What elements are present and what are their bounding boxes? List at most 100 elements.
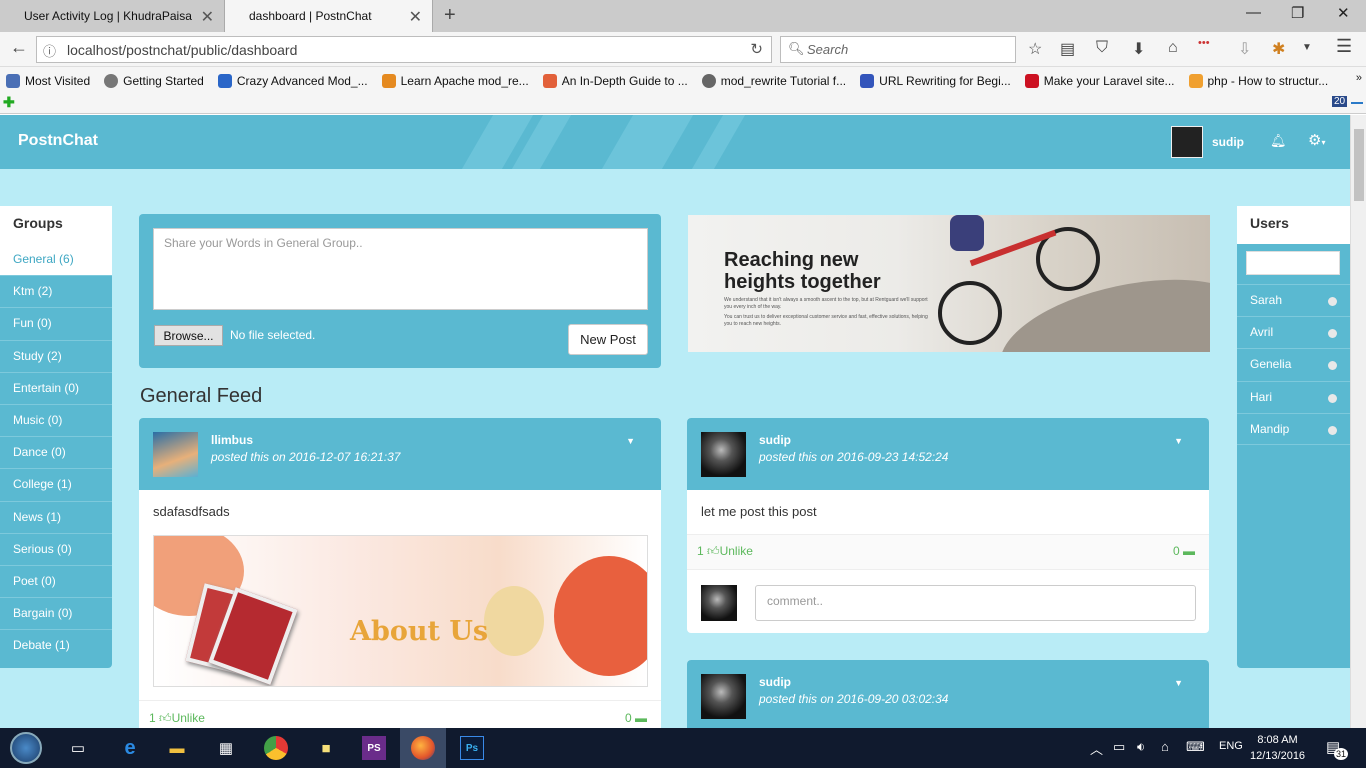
chevron-down-icon[interactable]: ▼ — [1302, 42, 1312, 53]
group-item-study[interactable]: Study (2) — [0, 341, 112, 373]
group-item-dance[interactable]: Dance (0) — [0, 437, 112, 470]
comments-count[interactable]: 0 ▬ — [1173, 544, 1195, 558]
battery-icon[interactable]: ▭ — [1113, 739, 1125, 755]
menu-icon[interactable]: ☰ — [1336, 36, 1352, 57]
start-icon[interactable] — [10, 732, 42, 764]
close-tab-icon[interactable]: ✕ — [201, 7, 214, 27]
brand-logo[interactable]: PostnChat — [18, 132, 98, 150]
group-item-music[interactable]: Music (0) — [0, 405, 112, 438]
scrollbar-thumb[interactable] — [1354, 129, 1364, 201]
group-item-bargain[interactable]: Bargain (0) — [0, 598, 112, 631]
group-item-ktm[interactable]: Ktm (2) — [0, 276, 112, 309]
close-tab-icon[interactable]: ✕ — [409, 7, 422, 27]
pocket-icon[interactable]: ⛉ — [1096, 39, 1108, 57]
tray-up-icon[interactable]: ︿ — [1090, 739, 1103, 758]
post-author[interactable]: llimbus — [211, 433, 253, 447]
firefox-icon[interactable] — [400, 728, 446, 768]
addon-badge[interactable]: 20 — [1332, 96, 1348, 107]
status-dot-icon — [1328, 329, 1337, 339]
close-window-icon[interactable]: ✕ — [1337, 4, 1350, 22]
bookmark-item[interactable]: Learn Apache mod_re... — [381, 73, 529, 88]
user-search-input[interactable] — [1246, 251, 1340, 275]
bookmark-item[interactable]: Getting Started — [104, 73, 204, 88]
group-item-entertain[interactable]: Entertain (0) — [0, 373, 112, 405]
url-bar[interactable]: ⓘ localhost/postnchat/public/dashboard ↻ — [36, 36, 772, 63]
photoshop-icon[interactable]: Ps — [460, 736, 484, 760]
post-author[interactable]: sudip — [759, 675, 791, 689]
comments-count[interactable]: 0 ▬ — [625, 711, 647, 725]
group-item-general[interactable]: General (6) — [0, 244, 112, 277]
file-explorer-icon[interactable]: ▬ — [165, 736, 189, 760]
bookmark-item[interactable]: URL Rewriting for Begi... — [860, 73, 1011, 88]
minimize-icon[interactable]: — — [1246, 4, 1261, 21]
avatar[interactable] — [153, 432, 198, 477]
edge-icon[interactable]: e — [118, 736, 142, 760]
download-icon[interactable]: ⬇ — [1132, 39, 1145, 59]
bookmark-star-icon[interactable]: ☆ — [1028, 39, 1042, 59]
addon-icon[interactable]: ••• — [1198, 37, 1210, 49]
avatar[interactable] — [701, 432, 746, 477]
group-item-news[interactable]: News (1) — [0, 502, 112, 534]
reading-list-icon[interactable]: ▤ — [1060, 39, 1075, 59]
back-icon[interactable]: ← — [10, 37, 28, 58]
bookmark-item[interactable]: php - How to structur... — [1188, 73, 1328, 88]
group-item-serious[interactable]: Serious (0) — [0, 534, 112, 566]
group-item-debate[interactable]: Debate (1) — [0, 630, 112, 662]
volume-icon[interactable]: 🔉︎ — [1137, 739, 1145, 755]
new-tab-icon[interactable]: + — [444, 4, 456, 27]
user-name: Avril — [1250, 325, 1274, 340]
group-item-college[interactable]: College (1) — [0, 469, 112, 502]
post-menu-caret-icon[interactable]: ▼ — [626, 436, 635, 446]
extension-icon[interactable]: ✱ — [1272, 39, 1285, 59]
bookmark-item[interactable]: Most Visited — [6, 73, 90, 88]
download-arrow-icon[interactable]: ⇩ — [1238, 39, 1251, 59]
keyboard-icon[interactable]: ⌨ — [1186, 739, 1205, 755]
new-post-button[interactable]: New Post — [568, 324, 648, 355]
add-icon[interactable]: ✚ — [3, 94, 15, 111]
browse-button[interactable]: Browse... — [154, 325, 223, 346]
user-item-hari[interactable]: Hari — [1237, 380, 1350, 413]
store-icon[interactable]: ▦ — [214, 736, 238, 760]
reload-icon[interactable]: ↻ — [750, 40, 763, 58]
bookmark-item[interactable]: Crazy Advanced Mod_... — [217, 73, 368, 88]
post-textarea[interactable]: Share your Words in General Group.. — [153, 228, 648, 310]
language-indicator[interactable]: ENG — [1219, 740, 1243, 752]
avatar[interactable] — [1171, 126, 1203, 158]
post-image[interactable]: About Us — [153, 535, 648, 687]
avatar[interactable] — [701, 674, 746, 719]
group-item-poet[interactable]: Poet (0) — [0, 566, 112, 599]
search-input[interactable]: 🔍︎ Search — [780, 36, 1016, 63]
bell-icon[interactable]: 🔔︎ — [1270, 133, 1287, 149]
app-header: PostnChat sudip 🔔︎ ⚙▾ — [0, 115, 1350, 169]
user-item-sarah[interactable]: Sarah — [1237, 284, 1350, 316]
addon-minus-icon[interactable] — [1351, 102, 1363, 104]
comment-input[interactable]: comment.. — [755, 585, 1196, 621]
like-button[interactable]: 1 👍︎Unlike — [149, 711, 205, 726]
browser-tab-dashboard[interactable]: dashboard | PostnChat ✕ — [224, 0, 433, 32]
user-item-genelia[interactable]: Genelia — [1237, 348, 1350, 380]
page-scrollbar[interactable] — [1350, 115, 1366, 728]
sticky-notes-icon[interactable]: ■ — [314, 736, 338, 760]
group-item-fun[interactable]: Fun (0) — [0, 308, 112, 341]
restore-icon[interactable]: ❐ — [1291, 4, 1304, 22]
bookmarks-overflow-icon[interactable]: » — [1356, 72, 1362, 84]
post-menu-caret-icon[interactable]: ▼ — [1174, 678, 1183, 688]
bookmark-item[interactable]: mod_rewrite Tutorial f... — [701, 73, 846, 88]
chrome-icon[interactable] — [264, 736, 288, 760]
gear-icon[interactable]: ⚙▾ — [1308, 131, 1325, 149]
bookmark-item[interactable]: Make your Laravel site... — [1024, 73, 1175, 88]
post-author[interactable]: sudip — [759, 433, 791, 447]
network-icon[interactable]: ⌂ — [1161, 739, 1169, 754]
clock[interactable]: 8:08 AM 12/13/2016 — [1250, 732, 1305, 764]
like-button[interactable]: 1 👍︎Unlike — [697, 544, 753, 559]
bookmark-item[interactable]: An In-Depth Guide to ... — [542, 73, 688, 88]
home-icon[interactable]: ⌂ — [1168, 39, 1178, 57]
phpstorm-icon[interactable]: PS — [362, 736, 386, 760]
info-icon[interactable]: ⓘ — [43, 41, 56, 60]
task-view-icon[interactable]: ▭ — [66, 736, 90, 760]
user-item-mandip[interactable]: Mandip — [1237, 412, 1350, 445]
header-username[interactable]: sudip — [1212, 135, 1244, 149]
user-item-avril[interactable]: Avril — [1237, 316, 1350, 348]
post-menu-caret-icon[interactable]: ▼ — [1174, 436, 1183, 446]
browser-tab-activity-log[interactable]: User Activity Log | KhudraPaisa ✕ — [0, 0, 224, 32]
